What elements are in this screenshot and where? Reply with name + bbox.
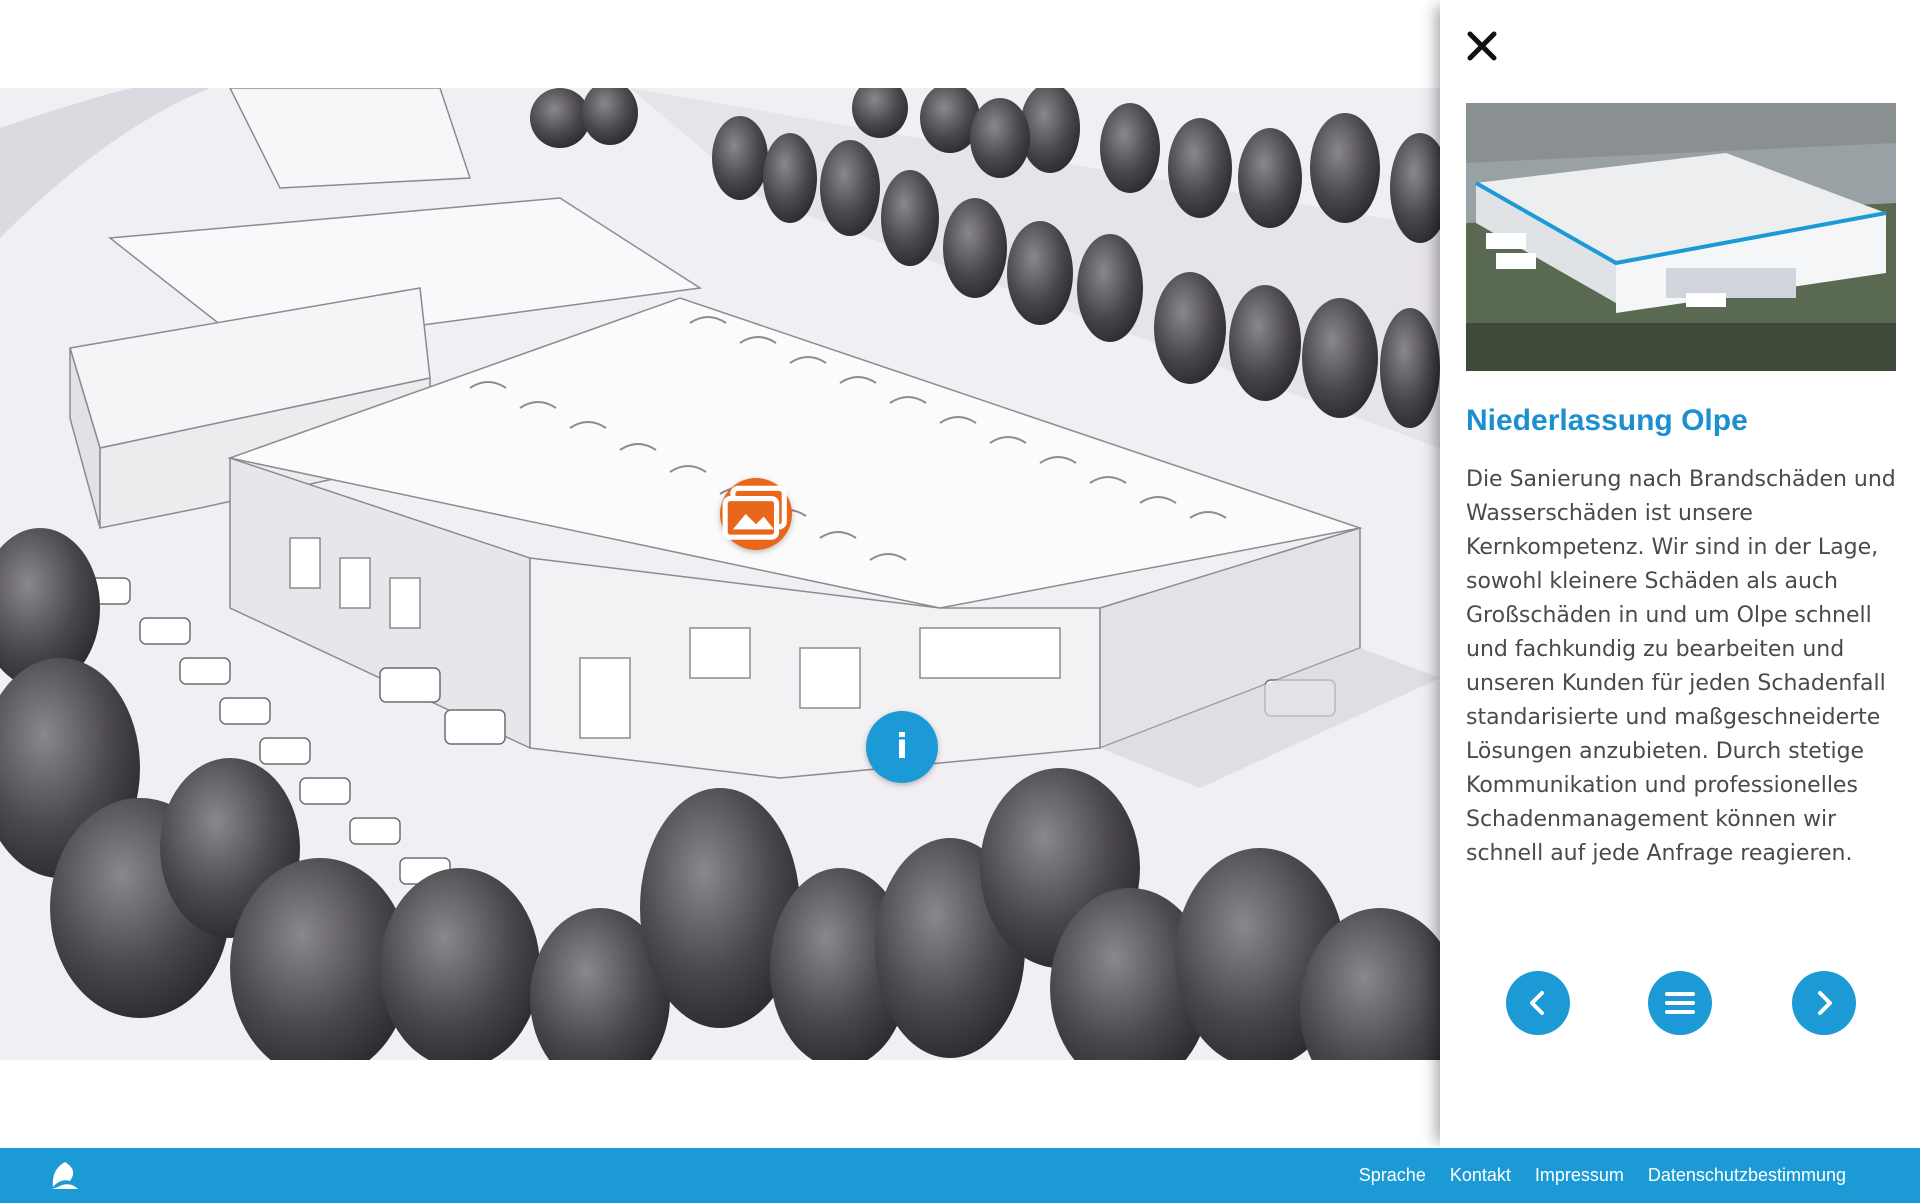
- info-hotspot[interactable]: i: [866, 711, 938, 783]
- branch-photo-image: [1466, 103, 1896, 371]
- footer-link-sprache[interactable]: Sprache: [1359, 1165, 1426, 1186]
- gallery-hotspot[interactable]: [720, 478, 792, 550]
- footer-bar: Sprache Kontakt Impressum Datenschutzbes…: [0, 1148, 1920, 1203]
- close-icon: [1467, 31, 1497, 61]
- footer-link-impressum[interactable]: Impressum: [1535, 1165, 1624, 1186]
- next-button[interactable]: [1792, 971, 1856, 1035]
- footer-link-kontakt[interactable]: Kontakt: [1450, 1165, 1511, 1186]
- close-button[interactable]: [1462, 26, 1502, 66]
- panel-title: Niederlassung Olpe: [1466, 404, 1748, 437]
- footer-nav: Sprache Kontakt Impressum Datenschutzbes…: [1359, 1148, 1846, 1203]
- panel-description: Die Sanierung nach Brandschäden und Wass…: [1466, 467, 1896, 866]
- branch-photo: [1466, 103, 1896, 371]
- brand-logo-icon[interactable]: [48, 1159, 82, 1193]
- menu-button[interactable]: [1648, 971, 1712, 1035]
- footer-link-datenschutz[interactable]: Datenschutzbestimmung: [1648, 1165, 1846, 1186]
- info-icon: i: [896, 727, 908, 767]
- map-scene: i: [0, 88, 1440, 1060]
- image-gallery-icon: [722, 485, 787, 540]
- chevron-right-icon: [1818, 991, 1832, 1015]
- info-panel: Niederlassung Olpe Die Sanierung nach Br…: [1440, 0, 1920, 1148]
- building-illustration: [0, 88, 1440, 1060]
- chevron-left-icon: [1530, 991, 1544, 1015]
- previous-button[interactable]: [1506, 971, 1570, 1035]
- menu-icon: [1665, 992, 1695, 1014]
